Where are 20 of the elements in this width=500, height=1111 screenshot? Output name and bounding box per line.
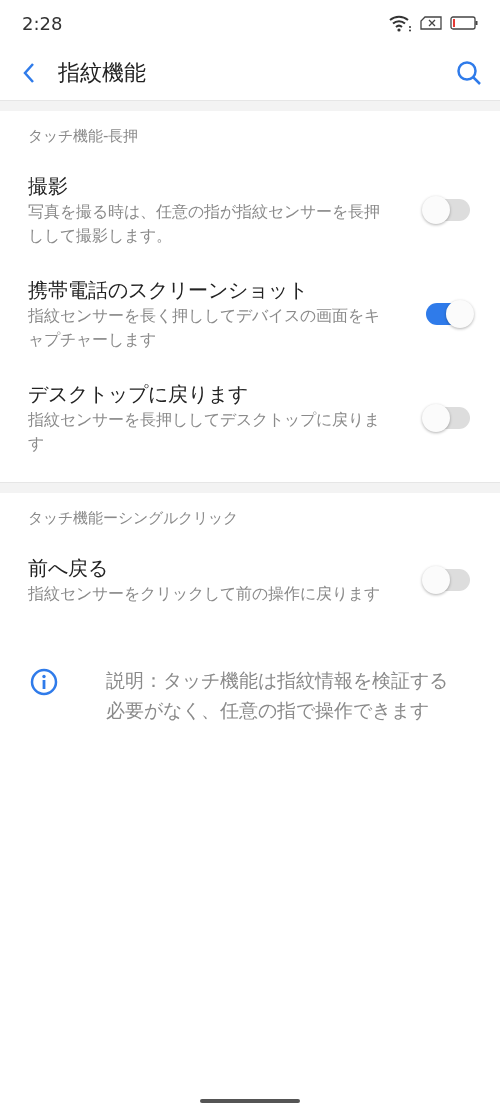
wifi-icon xyxy=(388,14,412,32)
back-icon[interactable] xyxy=(22,62,36,84)
setting-title: デスクトップに戻ります xyxy=(28,381,249,408)
info-note: 説明：タッチ機能は指紋情報を検証する必要がなく、任意の指で操作できます xyxy=(106,669,449,723)
section-header: タッチ機能-長押 xyxy=(27,126,140,147)
setting-title: 前へ戻る xyxy=(28,555,109,582)
status-time: 2:28 xyxy=(22,12,63,34)
battery-icon xyxy=(450,16,478,30)
no-sim-icon xyxy=(420,16,442,30)
search-icon[interactable] xyxy=(456,60,482,86)
setting-description: 指紋センサーをクリックして前の操作に戻ります xyxy=(28,584,380,605)
info-icon xyxy=(30,668,58,696)
section-header: タッチ機能ーシングルクリック xyxy=(27,508,239,529)
page-title: 指紋機能 xyxy=(58,59,147,87)
home-indicator[interactable] xyxy=(200,1099,300,1103)
setting-description: 指紋センサーを長押ししてデスクトップに戻ります xyxy=(28,410,380,455)
setting-description: 指紋センサーを長く押ししてデバイスの画面をキャプチャーします xyxy=(28,306,380,351)
setting-title: 撮影 xyxy=(28,173,69,200)
setting-description: 写真を撮る時は、任意の指が指紋センサーを長押しして撮影します。 xyxy=(28,202,380,247)
setting-title: 携帯電話のスクリーンショット xyxy=(28,277,309,304)
